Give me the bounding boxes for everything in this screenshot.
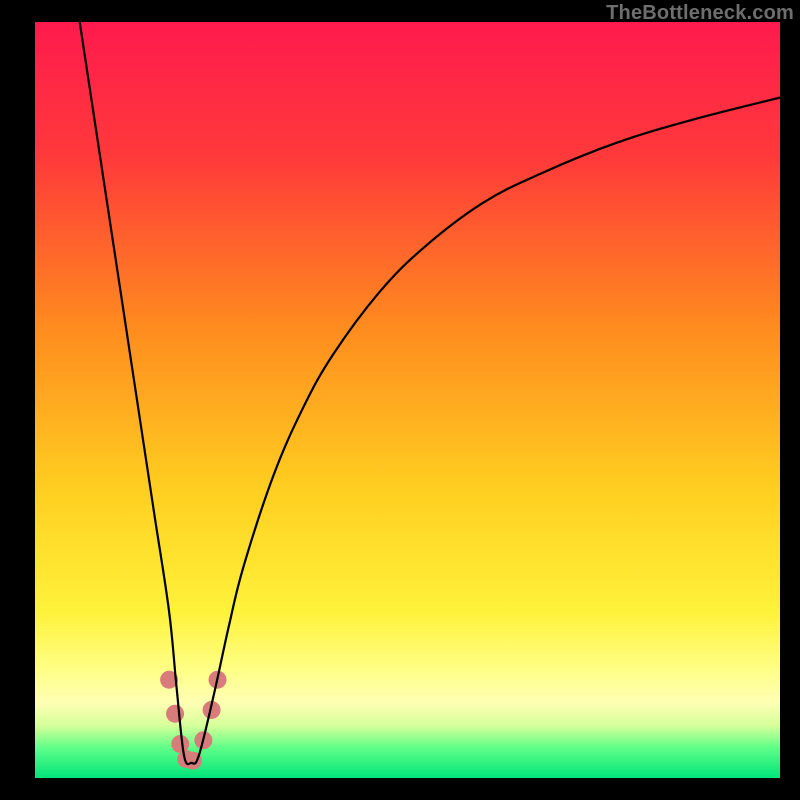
chart-container: TheBottleneck.com [0,0,800,800]
highlight-dot [166,705,184,723]
watermark-text: TheBottleneck.com [606,2,794,25]
plot-area [0,0,800,800]
gradient-background [35,22,780,778]
chart-svg [0,0,800,800]
